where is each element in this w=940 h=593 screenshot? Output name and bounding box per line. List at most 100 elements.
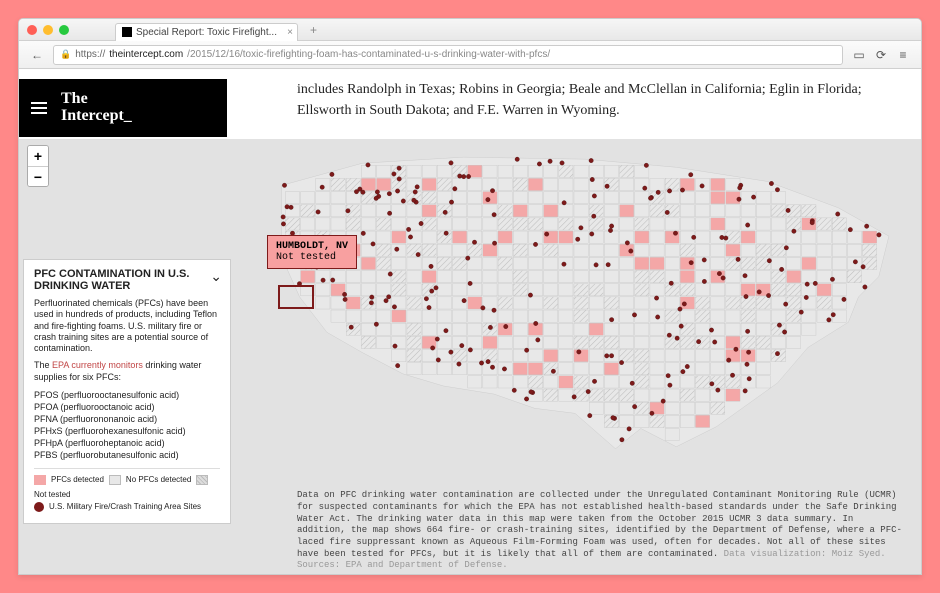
county-cell[interactable] [528, 297, 542, 309]
county-cell[interactable] [422, 178, 436, 190]
training-site-marker[interactable] [320, 185, 324, 189]
training-site-marker[interactable] [502, 367, 506, 371]
training-site-marker[interactable] [743, 389, 747, 393]
training-site-marker[interactable] [366, 163, 370, 167]
county-cell[interactable] [346, 218, 360, 230]
county-cell[interactable] [635, 310, 649, 322]
training-site-marker[interactable] [346, 209, 350, 213]
county-cell[interactable] [711, 297, 725, 309]
county-cell[interactable] [544, 165, 558, 177]
county-cell[interactable] [377, 231, 391, 243]
training-site-marker[interactable] [397, 177, 401, 181]
county-cell[interactable] [574, 178, 588, 190]
county-cell[interactable] [544, 297, 558, 309]
training-site-marker[interactable] [375, 190, 379, 194]
training-site-marker[interactable] [779, 267, 783, 271]
training-site-marker[interactable] [449, 350, 453, 354]
training-site-marker[interactable] [668, 383, 672, 387]
training-site-marker[interactable] [594, 263, 598, 267]
training-site-marker[interactable] [592, 379, 596, 383]
training-site-marker[interactable] [430, 346, 434, 350]
county-cell[interactable] [620, 415, 634, 427]
county-cell[interactable] [483, 376, 497, 388]
training-site-marker[interactable] [737, 197, 741, 201]
county-cell[interactable] [817, 271, 831, 283]
training-site-marker[interactable] [689, 172, 693, 176]
county-cell[interactable] [695, 389, 709, 401]
training-site-marker[interactable] [458, 174, 462, 178]
training-site-marker[interactable] [460, 343, 464, 347]
training-site-marker[interactable] [397, 166, 401, 170]
county-cell[interactable] [650, 323, 664, 335]
county-cell[interactable] [468, 205, 482, 217]
epa-monitors-link[interactable]: EPA currently monitors [52, 360, 143, 370]
training-site-marker[interactable] [370, 295, 374, 299]
county-cell[interactable] [817, 244, 831, 256]
county-cell[interactable] [771, 192, 785, 204]
training-site-marker[interactable] [282, 183, 286, 187]
county-cell[interactable] [498, 284, 512, 296]
county-cell[interactable] [452, 336, 466, 348]
county-cell[interactable] [468, 323, 482, 335]
county-cell[interactable] [635, 257, 649, 269]
county-cell[interactable] [635, 218, 649, 230]
county-cell[interactable] [559, 231, 573, 243]
county-cell[interactable] [452, 218, 466, 230]
url-input[interactable]: 🔒 https://theintercept.com/2015/12/16/to… [53, 45, 843, 65]
training-site-marker[interactable] [620, 438, 624, 442]
county-cell[interactable] [620, 402, 634, 414]
county-cell[interactable] [407, 165, 421, 177]
county-cell[interactable] [817, 218, 831, 230]
county-cell[interactable] [513, 376, 527, 388]
county-cell[interactable] [498, 376, 512, 388]
training-site-marker[interactable] [769, 181, 773, 185]
county-cell[interactable] [665, 284, 679, 296]
county-cell[interactable] [680, 350, 694, 362]
county-cell[interactable] [635, 271, 649, 283]
county-cell[interactable] [680, 376, 694, 388]
county-cell[interactable] [437, 271, 451, 283]
county-cell[interactable] [377, 284, 391, 296]
training-site-marker[interactable] [524, 348, 528, 352]
county-cell[interactable] [574, 297, 588, 309]
county-cell[interactable] [711, 178, 725, 190]
county-cell[interactable] [331, 310, 345, 322]
training-site-marker[interactable] [586, 389, 590, 393]
county-cell[interactable] [726, 336, 740, 348]
county-cell[interactable] [604, 271, 618, 283]
county-cell[interactable] [437, 218, 451, 230]
training-site-marker[interactable] [401, 199, 405, 203]
training-site-marker[interactable] [321, 278, 325, 282]
county-cell[interactable] [665, 271, 679, 283]
county-cell[interactable] [711, 363, 725, 375]
county-cell[interactable] [574, 310, 588, 322]
close-window-icon[interactable] [27, 25, 37, 35]
training-site-marker[interactable] [681, 369, 685, 373]
county-cell[interactable] [802, 231, 816, 243]
training-site-marker[interactable] [667, 189, 671, 193]
county-cell[interactable] [528, 231, 542, 243]
training-site-marker[interactable] [782, 330, 786, 334]
training-site-marker[interactable] [490, 188, 494, 192]
county-cell[interactable] [771, 297, 785, 309]
county-cell[interactable] [695, 218, 709, 230]
county-cell[interactable] [574, 271, 588, 283]
training-site-marker[interactable] [689, 260, 693, 264]
training-site-marker[interactable] [678, 307, 682, 311]
training-site-marker[interactable] [606, 262, 610, 266]
county-cell[interactable] [498, 192, 512, 204]
county-cell[interactable] [422, 271, 436, 283]
county-cell[interactable] [513, 205, 527, 217]
tab-close-icon[interactable]: × [287, 27, 293, 38]
training-site-marker[interactable] [588, 413, 592, 417]
county-cell[interactable] [361, 218, 375, 230]
county-cell[interactable] [665, 363, 679, 375]
county-cell[interactable] [756, 271, 770, 283]
county-cell[interactable] [695, 231, 709, 243]
training-site-marker[interactable] [461, 174, 465, 178]
county-cell[interactable] [741, 244, 755, 256]
county-cell[interactable] [589, 165, 603, 177]
county-cell[interactable] [407, 310, 421, 322]
menu-burger-icon[interactable] [31, 102, 47, 114]
county-cell[interactable] [498, 336, 512, 348]
